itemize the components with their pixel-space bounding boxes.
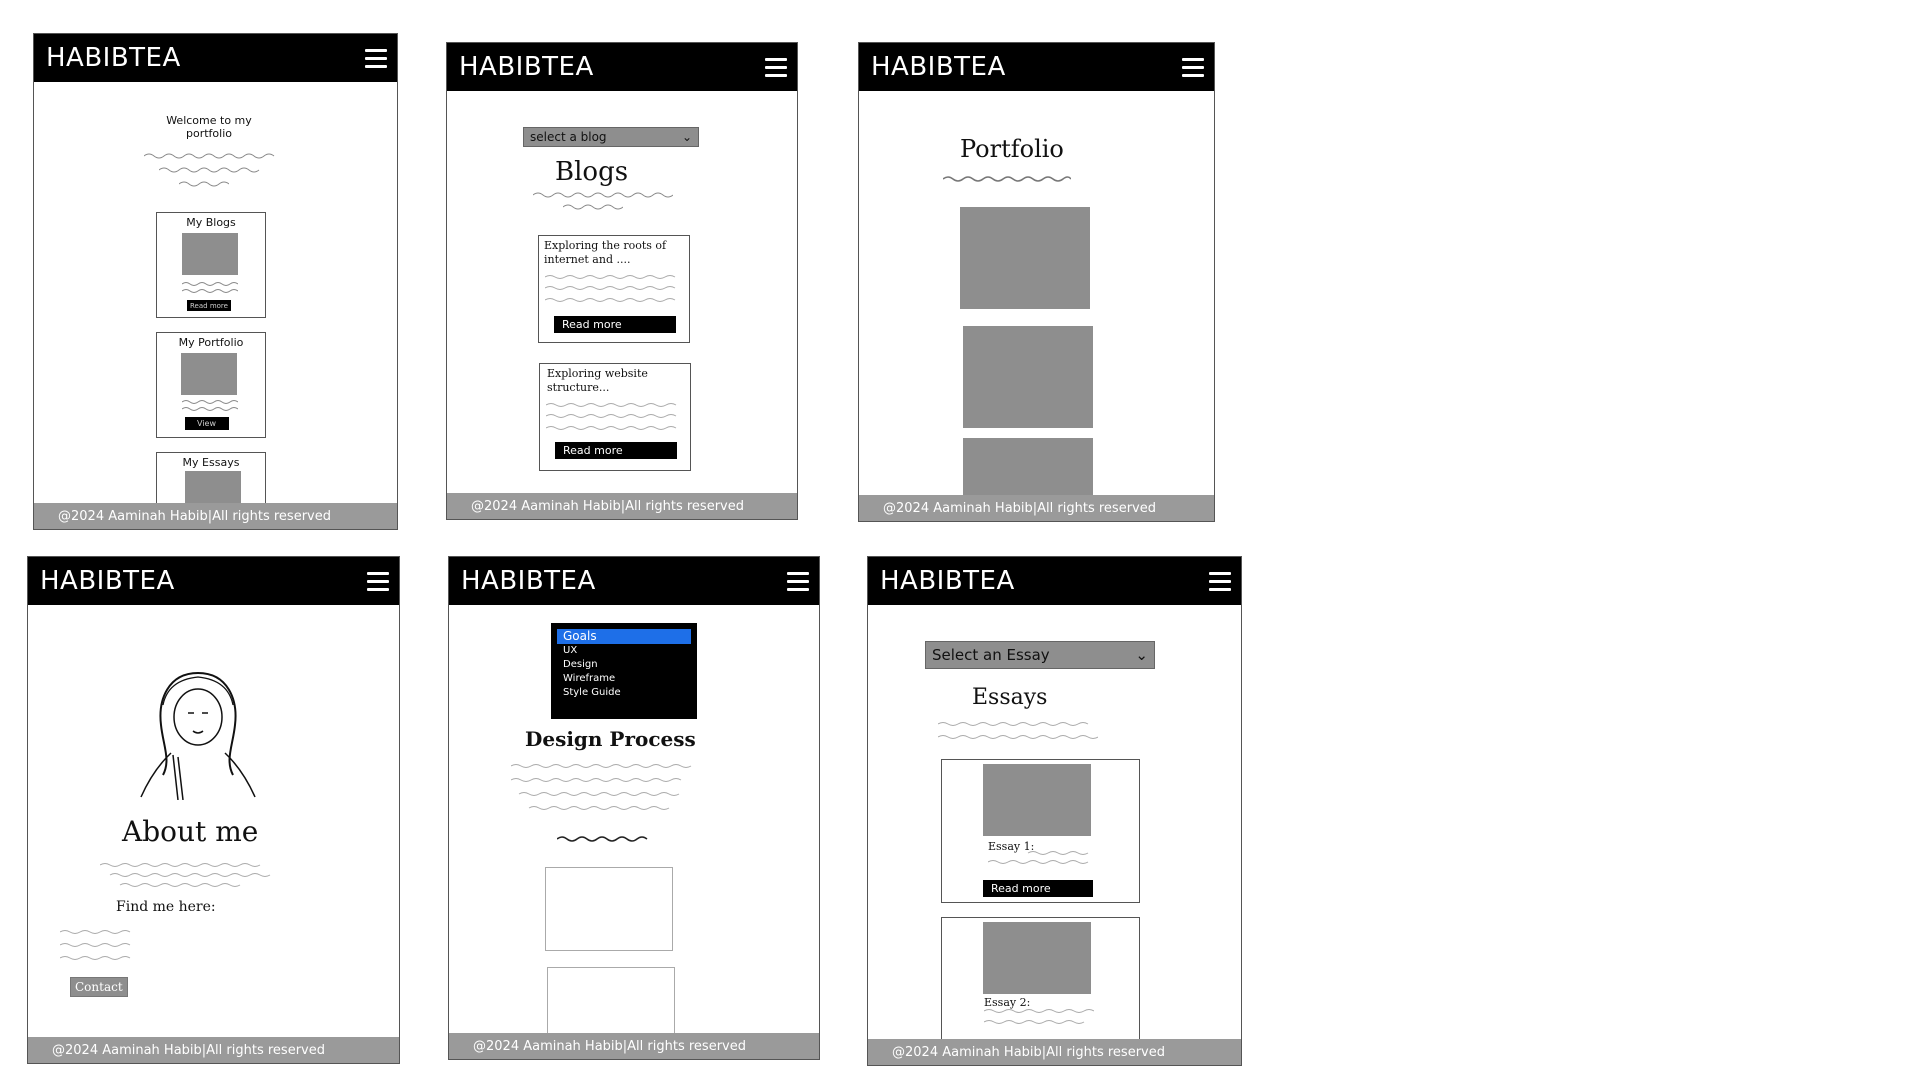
footer: @2024 Aaminah Habib|All rights reserved — [34, 503, 397, 529]
view-button[interactable]: View — [185, 417, 229, 430]
squiggle — [533, 191, 673, 199]
hamburger-menu-icon[interactable] — [365, 48, 387, 68]
card-portfolio[interactable]: My Portfolio View — [156, 332, 266, 438]
squiggle — [563, 203, 623, 211]
header: HABIBTEA — [28, 557, 399, 605]
header: HABIBTEA — [447, 43, 797, 91]
dropdown-list[interactable]: Goals UX Design Wireframe Style Guide — [551, 623, 697, 719]
brand-logo[interactable]: HABIBTEA — [880, 566, 1015, 596]
page-title: Design Process — [525, 727, 696, 751]
blog-select[interactable]: select a blog ⌄ — [523, 127, 699, 147]
squiggle — [984, 1008, 1094, 1024]
find-me-label: Find me here: — [116, 899, 216, 915]
portfolio-screen: HABIBTEA Portfolio @2024 Aaminah Habib|A… — [858, 42, 1215, 522]
page-title: Blogs — [555, 157, 629, 187]
footer: @2024 Aaminah Habib|All rights reserved — [447, 493, 797, 519]
welcome-text: Welcome to my portfolio — [166, 114, 252, 140]
content-placeholder — [545, 867, 673, 951]
brand-logo[interactable]: HABIBTEA — [871, 52, 1006, 82]
squiggle — [557, 835, 652, 843]
dropdown-option[interactable]: Design — [557, 658, 691, 672]
home-screen: HABIBTEA Welcome to my portfolio My Blog… — [33, 33, 398, 530]
squiggle — [182, 399, 238, 411]
page-title: About me — [122, 815, 259, 848]
squiggle — [182, 281, 238, 293]
chevron-down-icon: ⌄ — [681, 130, 692, 144]
blogs-screen: HABIBTEA select a blog ⌄ Blogs Exploring… — [446, 42, 798, 520]
squiggle — [988, 850, 1093, 864]
footer: @2024 Aaminah Habib|All rights reserved — [449, 1033, 819, 1059]
brand-logo[interactable]: HABIBTEA — [46, 43, 181, 73]
blog-card[interactable]: Exploring the roots of internet and ....… — [538, 235, 690, 343]
hamburger-menu-icon[interactable] — [367, 571, 389, 591]
content-placeholder — [547, 967, 675, 1037]
read-more-button[interactable]: Read more — [187, 300, 231, 311]
footer: @2024 Aaminah Habib|All rights reserved — [859, 495, 1214, 521]
header: HABIBTEA — [859, 43, 1214, 91]
squiggle — [938, 721, 1098, 739]
card-image — [181, 353, 237, 395]
card-image — [182, 233, 238, 275]
essay-image — [983, 922, 1091, 994]
dropdown-option-selected[interactable]: Goals — [557, 629, 691, 644]
card-title: My Portfolio — [178, 336, 244, 349]
squiggle — [511, 763, 701, 810]
dropdown-option[interactable]: Style Guide — [557, 686, 691, 700]
read-more-button[interactable]: Read more — [555, 442, 677, 459]
squiggle — [159, 166, 264, 174]
header: HABIBTEA — [34, 34, 397, 82]
portfolio-image[interactable] — [960, 207, 1090, 309]
squiggle — [100, 862, 275, 887]
portfolio-image[interactable] — [963, 326, 1093, 428]
footer: @2024 Aaminah Habib|All rights reserved — [868, 1039, 1241, 1065]
blog-card[interactable]: Exploring website structure... Read more — [539, 363, 691, 471]
page-title: Portfolio — [960, 135, 1064, 163]
blog-title: Exploring the roots of internet and .... — [544, 239, 667, 266]
dropdown-option[interactable]: UX — [557, 644, 691, 658]
read-more-button[interactable]: Read more — [554, 316, 676, 333]
squiggle — [60, 929, 140, 960]
dropdown-option[interactable]: Wireframe — [557, 672, 691, 686]
essay-image — [983, 764, 1091, 836]
squiggle — [144, 152, 279, 160]
squiggle — [545, 274, 683, 302]
essay-card[interactable]: Essay 1: Read more — [941, 759, 1140, 903]
squiggle — [943, 175, 1071, 183]
brand-logo[interactable]: HABIBTEA — [459, 52, 594, 82]
hamburger-menu-icon[interactable] — [1182, 57, 1204, 77]
essay-select[interactable]: Select an Essay ⌄ — [925, 641, 1155, 669]
blog-title: Exploring website structure... — [547, 367, 648, 394]
header: HABIBTEA — [449, 557, 819, 605]
footer: @2024 Aaminah Habib|All rights reserved — [28, 1037, 399, 1063]
card-blogs[interactable]: My Blogs Read more — [156, 212, 266, 318]
contact-button[interactable]: Contact — [70, 977, 128, 997]
squiggle — [179, 180, 229, 188]
blog-select-value: select a blog — [530, 130, 607, 144]
hamburger-menu-icon[interactable] — [1209, 571, 1231, 591]
read-more-button[interactable]: Read more — [983, 880, 1093, 897]
card-title: My Essays — [182, 456, 240, 469]
hamburger-menu-icon[interactable] — [765, 57, 787, 77]
header: HABIBTEA — [868, 557, 1241, 605]
design-screen: HABIBTEA Goals UX Design Wireframe Style… — [448, 556, 820, 1060]
brand-logo[interactable]: HABIBTEA — [40, 566, 175, 596]
avatar — [140, 672, 256, 800]
page-title: Essays — [972, 685, 1048, 710]
hamburger-menu-icon[interactable] — [787, 571, 809, 591]
squiggle — [546, 402, 684, 430]
chevron-down-icon: ⌄ — [1135, 646, 1148, 664]
about-screen: HABIBTEA About me Find me here: Contact … — [27, 556, 400, 1064]
brand-logo[interactable]: HABIBTEA — [461, 566, 596, 596]
essays-screen: HABIBTEA Select an Essay ⌄ Essays Essay … — [867, 556, 1242, 1066]
card-title: My Blogs — [186, 216, 236, 229]
essay-select-value: Select an Essay — [932, 646, 1050, 664]
